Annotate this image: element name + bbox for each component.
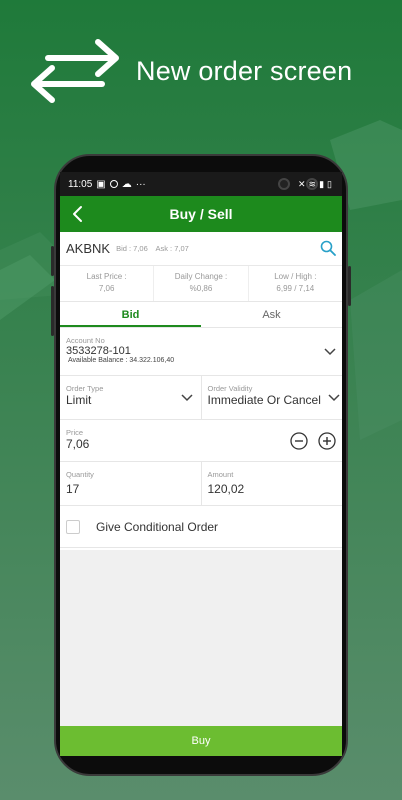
signal-icon: ▮ bbox=[319, 178, 325, 189]
stock-ask: Ask : 7,07 bbox=[155, 244, 189, 253]
stock-stats: Last Price : 7,06 Daily Change : %0,86 L… bbox=[60, 266, 342, 302]
chevron-down-icon bbox=[324, 348, 336, 356]
amount-value: 120,02 bbox=[207, 482, 245, 496]
order-type-label: Order Type bbox=[66, 384, 104, 393]
stat-low-high: Low / High : 6,99 / 7,14 bbox=[249, 266, 342, 301]
plus-circle-icon[interactable] bbox=[318, 432, 336, 450]
price-field[interactable]: Price 7,06 bbox=[60, 420, 342, 462]
stat-daily-change: Daily Change : %0,86 bbox=[154, 266, 249, 301]
tab-bid[interactable]: Bid bbox=[60, 302, 201, 327]
app-screen: 11:05 ▣ ☁ ··· ✕ ≋ ▮ ▯ Buy / Sell AKBNK B… bbox=[60, 172, 342, 756]
minus-circle-icon[interactable] bbox=[290, 432, 308, 450]
conditional-order-checkbox[interactable] bbox=[66, 519, 80, 534]
wifi-icon: ≋ bbox=[308, 178, 317, 189]
swap-arrows-icon bbox=[31, 39, 119, 103]
order-side-tabs: Bid Ask bbox=[60, 302, 342, 328]
account-selector[interactable]: Account No 3533278-101 Available Balance… bbox=[60, 328, 342, 376]
stat-value: 6,99 / 7,14 bbox=[276, 284, 315, 293]
stat-label: Daily Change : bbox=[174, 272, 228, 281]
page-title: Buy / Sell bbox=[169, 206, 233, 222]
front-camera bbox=[278, 178, 290, 190]
image-notification-icon: ▣ bbox=[96, 178, 106, 190]
promo-header: New order screen bbox=[28, 36, 388, 106]
quantity-label: Quantity bbox=[66, 470, 94, 479]
quantity-amount-row: Quantity 17 Amount 120,02 bbox=[60, 462, 342, 506]
empty-area bbox=[60, 550, 342, 726]
conditional-order-label: Give Conditional Order bbox=[96, 519, 219, 534]
order-type-select[interactable]: Order Type Limit bbox=[60, 376, 201, 419]
chevron-down-icon bbox=[328, 394, 340, 402]
account-number: 3533278-101 bbox=[66, 345, 131, 357]
stock-selector[interactable]: AKBNK Bid : 7,06 Ask : 7,07 bbox=[60, 232, 342, 266]
buy-button[interactable]: Buy bbox=[60, 726, 342, 756]
account-label: Account No bbox=[66, 336, 105, 345]
chevron-down-icon bbox=[180, 394, 193, 402]
back-arrow-icon[interactable] bbox=[68, 204, 88, 224]
search-icon[interactable] bbox=[320, 240, 336, 256]
status-time: 11:05 bbox=[68, 178, 93, 190]
amount-field[interactable]: Amount 120,02 bbox=[200, 462, 343, 505]
stat-last-price: Last Price : 7,06 bbox=[60, 266, 155, 301]
status-bar: 11:05 ▣ ☁ ··· ✕ ≋ ▮ ▯ bbox=[60, 172, 342, 196]
order-validity-select[interactable]: Order Validity Immediate Or Cancel bbox=[200, 376, 343, 419]
stat-value: %0,86 bbox=[189, 284, 213, 293]
cloud-notification-icon: ☁ bbox=[121, 178, 132, 190]
order-validity-label: Order Validity bbox=[207, 384, 253, 393]
stat-label: Last Price : bbox=[86, 272, 127, 281]
stock-bid: Bid : 7,06 bbox=[116, 244, 148, 253]
quantity-value: 17 bbox=[66, 482, 80, 496]
app-bar: Buy / Sell bbox=[60, 196, 342, 232]
order-validity-value: Immediate Or Cancel bbox=[207, 393, 321, 407]
promo-title: New order screen bbox=[136, 55, 353, 86]
mute-icon: ✕ bbox=[298, 178, 306, 189]
sync-notification-icon bbox=[109, 180, 118, 188]
battery-icon: ▯ bbox=[327, 178, 332, 189]
order-type-row: Order Type Limit Order Validity Immediat… bbox=[60, 376, 342, 420]
tab-ask[interactable]: Ask bbox=[201, 302, 342, 327]
quantity-field[interactable]: Quantity 17 bbox=[60, 462, 201, 505]
amount-label: Amount bbox=[207, 470, 234, 479]
available-balance: Available Balance : 34.322.106,40 bbox=[68, 357, 175, 364]
stock-symbol: AKBNK bbox=[66, 241, 111, 256]
order-type-value: Limit bbox=[66, 393, 92, 407]
more-notifications-icon: ··· bbox=[135, 178, 146, 190]
conditional-order-row[interactable]: Give Conditional Order bbox=[60, 506, 342, 548]
stat-value: 7,06 bbox=[98, 284, 115, 293]
stat-label: Low / High : bbox=[274, 272, 317, 281]
